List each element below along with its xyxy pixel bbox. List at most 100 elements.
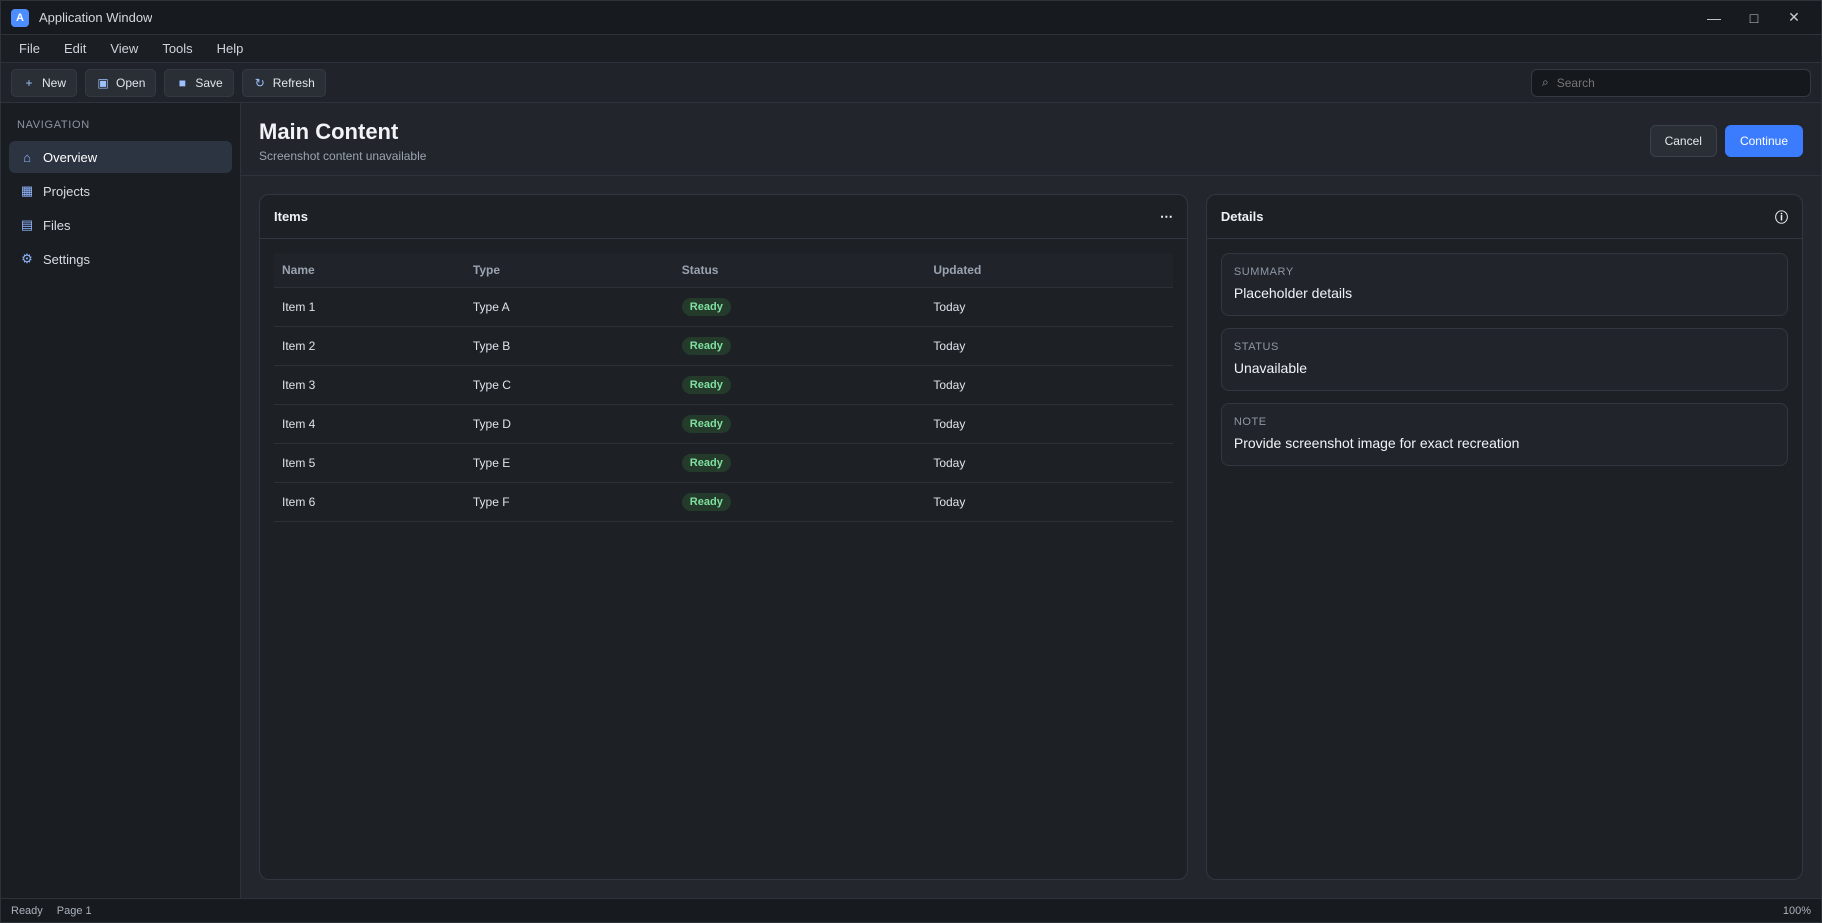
page-indicator: Page 1 bbox=[56, 904, 92, 917]
status-badge: Ready bbox=[681, 493, 731, 511]
refresh-button-label: Refresh bbox=[272, 75, 315, 90]
table-cell-status: Ready bbox=[673, 287, 926, 327]
menu-view[interactable]: View bbox=[100, 37, 148, 60]
search-icon: ⌕ bbox=[1542, 75, 1549, 89]
table-cell-updated: Today bbox=[925, 365, 1173, 405]
page-subtitle: Screenshot content unavailable bbox=[259, 149, 427, 163]
main-content: Main Content Screenshot content unavaila… bbox=[241, 103, 1821, 898]
table-cell-updated: Today bbox=[925, 443, 1173, 483]
sidebar-item-overview[interactable]: ⌂ Overview bbox=[9, 141, 232, 173]
open-button[interactable]: ▣ Open bbox=[85, 68, 157, 97]
toolbar: + New ▣ Open ■ Save ↻ Refresh ⌕ bbox=[1, 63, 1821, 103]
table-cell-updated: Today bbox=[925, 482, 1173, 522]
table-cell-updated: Today bbox=[925, 287, 1173, 327]
page-heading-group: Main Content Screenshot content unavaila… bbox=[259, 119, 426, 163]
details-panel-title: Details bbox=[1220, 209, 1264, 224]
sidebar-item-label: Projects bbox=[43, 183, 90, 199]
table-cell-status: Ready bbox=[673, 482, 926, 522]
maximize-icon[interactable]: □ bbox=[1737, 6, 1771, 30]
title-bar: A Application Window — □ ✕ bbox=[1, 1, 1821, 35]
home-icon: ⌂ bbox=[23, 149, 31, 165]
more-icon[interactable]: ⋯ bbox=[1160, 209, 1173, 225]
detail-label: Status bbox=[1233, 340, 1279, 353]
status-left-group: Ready Page 1 bbox=[11, 905, 92, 917]
table-header-updated: Updated bbox=[925, 253, 1173, 288]
header-actions: Cancel Continue bbox=[1649, 125, 1803, 157]
window-title: Application Window bbox=[39, 10, 153, 25]
table-row[interactable]: Item 1 Type A Ready Today bbox=[274, 287, 1173, 327]
close-icon[interactable]: ✕ bbox=[1777, 6, 1811, 30]
status-badge: Ready bbox=[681, 454, 731, 472]
sidebar-item-settings[interactable]: ⚙ Settings bbox=[9, 243, 232, 275]
table-cell-name: Item 1 bbox=[274, 287, 465, 327]
table-cell-status: Ready bbox=[673, 365, 926, 405]
title-area: A Application Window bbox=[11, 8, 153, 27]
app-logo-icon: A bbox=[11, 8, 29, 27]
save-icon: ■ bbox=[178, 75, 186, 90]
table-cell-name: Item 2 bbox=[274, 326, 465, 366]
sidebar-item-label: Settings bbox=[43, 251, 90, 267]
content-header: Main Content Screenshot content unavaila… bbox=[241, 103, 1821, 176]
menu-file[interactable]: File bbox=[9, 37, 50, 60]
workspace: Items ⋯ Name Type Status Updated Item 1 … bbox=[241, 176, 1821, 898]
minimize-icon[interactable]: — bbox=[1697, 6, 1731, 30]
table-header-row: Name Type Status Updated bbox=[274, 253, 1173, 288]
status-badge: Ready bbox=[681, 337, 731, 355]
table-cell-name: Item 5 bbox=[274, 443, 465, 483]
main-layout: Navigation ⌂ Overview ▦ Projects ▤ Files… bbox=[1, 103, 1821, 898]
sidebar-item-projects[interactable]: ▦ Projects bbox=[9, 175, 232, 207]
table-header-type: Type bbox=[464, 253, 674, 288]
save-button[interactable]: ■ Save bbox=[164, 68, 234, 97]
table-row[interactable]: Item 5 Type E Ready Today bbox=[274, 443, 1173, 483]
cancel-button[interactable]: Cancel bbox=[1649, 125, 1717, 157]
items-panel-body: Name Type Status Updated Item 1 Type A R… bbox=[260, 239, 1187, 536]
table-cell-status: Ready bbox=[673, 443, 926, 483]
gear-icon: ⚙ bbox=[21, 251, 33, 266]
table-cell-name: Item 4 bbox=[274, 404, 465, 444]
table-row[interactable]: Item 2 Type B Ready Today bbox=[274, 326, 1173, 366]
zoom-level: 100% bbox=[1782, 904, 1811, 917]
details-panel-body: Summary Placeholder details Status Unava… bbox=[1207, 239, 1802, 480]
open-button-label: Open bbox=[116, 75, 146, 90]
grid-icon: ▦ bbox=[20, 183, 34, 198]
items-panel-header: Items ⋯ bbox=[260, 195, 1187, 239]
details-panel: Details ⓘ Summary Placeholder details St… bbox=[1205, 194, 1803, 880]
detail-card-note: Note Provide screenshot image for exact … bbox=[1220, 402, 1788, 466]
sidebar-item-label: Overview bbox=[43, 149, 98, 165]
table-header-name: Name bbox=[274, 253, 465, 288]
menu-help[interactable]: Help bbox=[207, 37, 254, 60]
info-icon: ⓘ bbox=[1774, 210, 1788, 225]
sidebar: Navigation ⌂ Overview ▦ Projects ▤ Files… bbox=[1, 103, 241, 898]
status-right-group: 100% bbox=[1783, 905, 1811, 917]
app-window: A Application Window — □ ✕ File Edit Vie… bbox=[0, 0, 1822, 923]
table-cell-type: Type D bbox=[464, 404, 674, 444]
details-panel-header: Details ⓘ bbox=[1206, 195, 1802, 239]
new-button[interactable]: + New bbox=[11, 68, 78, 97]
detail-value: Provide screenshot image for exact recre… bbox=[1233, 434, 1520, 451]
menu-edit[interactable]: Edit bbox=[54, 37, 96, 60]
table-cell-type: Type B bbox=[464, 326, 674, 366]
table-cell-status: Ready bbox=[673, 326, 926, 366]
status-badge: Ready bbox=[681, 415, 731, 433]
refresh-button[interactable]: ↻ Refresh bbox=[241, 68, 326, 97]
continue-button[interactable]: Continue bbox=[1724, 125, 1803, 157]
table-cell-name: Item 3 bbox=[274, 365, 465, 405]
items-table: Name Type Status Updated Item 1 Type A R… bbox=[274, 253, 1173, 522]
search-input[interactable] bbox=[1554, 74, 1800, 91]
table-cell-type: Type E bbox=[464, 443, 674, 483]
table-row[interactable]: Item 3 Type C Ready Today bbox=[274, 365, 1173, 405]
detail-label: Summary bbox=[1233, 266, 1294, 278]
new-button-label: New bbox=[42, 75, 67, 90]
sidebar-item-files[interactable]: ▤ Files bbox=[9, 209, 232, 241]
menu-tools[interactable]: Tools bbox=[152, 37, 202, 60]
details-grid: Summary Placeholder details Status Unava… bbox=[1220, 253, 1788, 466]
menu-bar: File Edit View Tools Help bbox=[1, 35, 1821, 63]
table-cell-type: Type C bbox=[464, 365, 674, 405]
detail-value: Placeholder details bbox=[1233, 285, 1353, 301]
window-controls: — □ ✕ bbox=[1697, 6, 1811, 30]
table-cell-status: Ready bbox=[673, 404, 926, 444]
table-cell-type: Type A bbox=[464, 287, 674, 327]
search-box[interactable]: ⌕ bbox=[1531, 68, 1811, 97]
table-row[interactable]: Item 6 Type F Ready Today bbox=[274, 482, 1173, 522]
table-row[interactable]: Item 4 Type D Ready Today bbox=[274, 404, 1173, 444]
